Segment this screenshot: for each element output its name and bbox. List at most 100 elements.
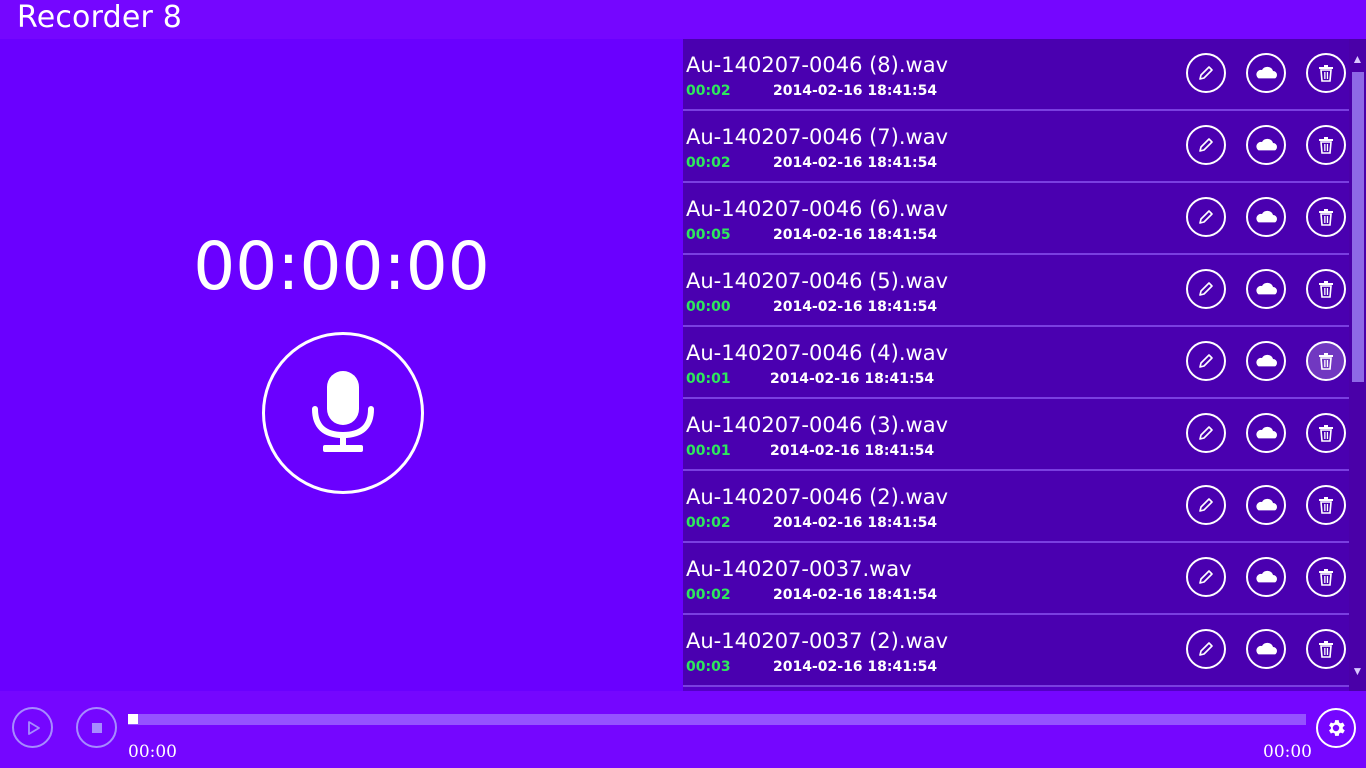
edit-button[interactable]	[1186, 557, 1226, 597]
recording-duration: 00:02	[686, 515, 731, 531]
recording-duration: 00:05	[686, 227, 731, 243]
edit-button[interactable]	[1186, 629, 1226, 669]
upload-button[interactable]	[1246, 413, 1286, 453]
trash-icon	[1319, 65, 1333, 82]
upload-button[interactable]	[1246, 341, 1286, 381]
list-item[interactable]: Au-140207-0046 (6).wav 00:05 2014-02-16 18…	[683, 183, 1349, 255]
pencil-icon	[1199, 210, 1213, 224]
recording-duration: 00:02	[686, 155, 731, 171]
recording-name: Au-140207-0037.wav	[686, 557, 912, 581]
cloud-icon	[1256, 210, 1277, 224]
pencil-icon	[1199, 426, 1213, 440]
recording-name: Au-140207-0046 (5).wav	[686, 269, 949, 293]
pencil-icon	[1199, 354, 1213, 368]
recording-duration: 00:02	[686, 587, 731, 603]
settings-button[interactable]	[1316, 708, 1356, 748]
record-button[interactable]	[262, 332, 424, 494]
elapsed-time: 00:00	[128, 742, 177, 762]
pencil-icon	[1199, 66, 1213, 80]
trash-icon	[1319, 281, 1333, 298]
recording-date: 2014-02-16 18:41:54	[770, 443, 935, 459]
delete-button[interactable]	[1306, 197, 1346, 237]
app-title: Recorder 8	[17, 0, 183, 35]
recording-name: Au-140207-0046 (7).wav	[686, 125, 949, 149]
delete-button[interactable]	[1306, 341, 1346, 381]
recording-date: 2014-02-16 18:41:54	[773, 227, 938, 243]
list-item[interactable]: Au-140207-0046 (5).wav 00:00 2014-02-16 18…	[683, 255, 1349, 327]
cloud-icon	[1256, 642, 1277, 656]
trash-icon	[1319, 353, 1333, 370]
recording-name: Au-140207-0046 (4).wav	[686, 341, 949, 365]
total-time: 00:00	[1263, 742, 1312, 762]
scrollbar-thumb[interactable]	[1352, 72, 1364, 382]
edit-button[interactable]	[1186, 269, 1226, 309]
upload-button[interactable]	[1246, 125, 1286, 165]
cloud-icon	[1256, 138, 1277, 152]
recording-name: Au-140207-0046 (3).wav	[686, 413, 949, 437]
pencil-icon	[1199, 282, 1213, 296]
edit-button[interactable]	[1186, 53, 1226, 93]
edit-button[interactable]	[1186, 413, 1226, 453]
list-item[interactable]: Au-140207-0037 (2).wav 00:03 2014-02-16 18…	[683, 615, 1349, 687]
recording-date: 2014-02-16 18:41:54	[773, 299, 938, 315]
edit-button[interactable]	[1186, 485, 1226, 525]
delete-button[interactable]	[1306, 485, 1346, 525]
playback-bar: 00:00 00:00	[0, 691, 1366, 768]
upload-button[interactable]	[1246, 485, 1286, 525]
upload-button[interactable]	[1246, 629, 1286, 669]
delete-button[interactable]	[1306, 269, 1346, 309]
edit-button[interactable]	[1186, 341, 1226, 381]
pencil-icon	[1199, 498, 1213, 512]
cloud-icon	[1256, 498, 1277, 512]
cloud-icon	[1256, 282, 1277, 296]
recording-date: 2014-02-16 18:41:54	[770, 371, 935, 387]
list-item[interactable]: Au-140207-0046 (4).wav 00:01 2014-02-16 18…	[683, 327, 1349, 399]
recording-date: 2014-02-16 18:41:54	[773, 515, 938, 531]
delete-button[interactable]	[1306, 557, 1346, 597]
list-item[interactable]: Au-140207-0037.wav 00:02 2014-02-16 18:41:…	[683, 543, 1349, 615]
list-item[interactable]: Au-140207-0046 (3).wav 00:01 2014-02-16 18…	[683, 399, 1349, 471]
trash-icon	[1319, 137, 1333, 154]
recording-name: Au-140207-0046 (6).wav	[686, 197, 949, 221]
progress-thumb[interactable]	[128, 714, 138, 724]
cloud-icon	[1256, 570, 1277, 584]
recording-name: Au-140207-0046 (2).wav	[686, 485, 949, 509]
recorder-panel: 00:00:00	[0, 39, 683, 691]
recording-duration: 00:00	[686, 299, 731, 315]
recordings-list: Au-140207-0046 (8).wav 00:02 2014-02-16 18…	[683, 39, 1349, 691]
edit-button[interactable]	[1186, 125, 1226, 165]
delete-button[interactable]	[1306, 413, 1346, 453]
pencil-icon	[1199, 138, 1213, 152]
edit-button[interactable]	[1186, 197, 1226, 237]
trash-icon	[1319, 641, 1333, 658]
app-header: Recorder 8	[0, 0, 1366, 39]
recording-duration: 00:03	[686, 659, 731, 675]
upload-button[interactable]	[1246, 269, 1286, 309]
chevron-up-icon[interactable]: ▲	[1349, 49, 1366, 69]
upload-button[interactable]	[1246, 557, 1286, 597]
recording-duration: 00:01	[686, 443, 731, 459]
pencil-icon	[1199, 642, 1213, 656]
delete-button[interactable]	[1306, 125, 1346, 165]
upload-button[interactable]	[1246, 53, 1286, 93]
list-scrollbar[interactable]: ▲ ▼	[1349, 39, 1366, 691]
recording-name: Au-140207-0037 (2).wav	[686, 629, 949, 653]
pencil-icon	[1199, 570, 1213, 584]
play-icon	[27, 720, 40, 735]
list-item[interactable]: Au-140207-0046 (2).wav 00:02 2014-02-16 18…	[683, 471, 1349, 543]
upload-button[interactable]	[1246, 197, 1286, 237]
play-button[interactable]	[12, 707, 53, 748]
list-item[interactable]: Au-140207-0046 (7).wav 00:02 2014-02-16 18…	[683, 111, 1349, 183]
chevron-down-icon[interactable]: ▼	[1349, 661, 1366, 681]
recording-date: 2014-02-16 18:41:54	[773, 659, 938, 675]
recording-duration: 00:01	[686, 371, 731, 387]
recording-date: 2014-02-16 18:41:54	[773, 155, 938, 171]
delete-button[interactable]	[1306, 629, 1346, 669]
microphone-icon	[312, 371, 374, 452]
stop-button[interactable]	[76, 707, 117, 748]
delete-button[interactable]	[1306, 53, 1346, 93]
list-item[interactable]: Au-140207-0046 (8).wav 00:02 2014-02-16 18…	[683, 39, 1349, 111]
trash-icon	[1319, 209, 1333, 226]
progress-slider[interactable]	[128, 714, 1306, 725]
cloud-icon	[1256, 426, 1277, 440]
